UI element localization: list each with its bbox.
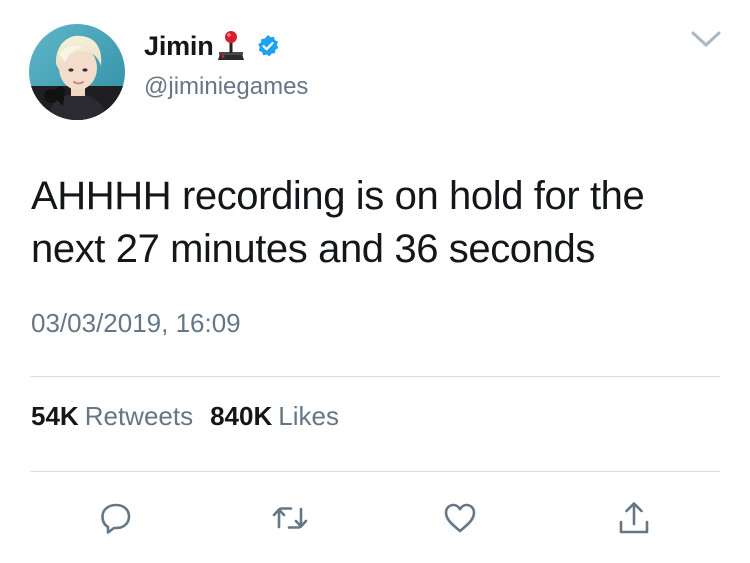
retweet-icon: [272, 507, 308, 529]
retweets-label[interactable]: Retweets: [85, 401, 193, 432]
tweet-card: Jimin @jiminiegames AHHHH recording is o…: [0, 0, 750, 563]
retweet-button[interactable]: [268, 496, 312, 540]
retweets-count[interactable]: 54K: [31, 401, 79, 432]
timestamp[interactable]: 03/03/2019, 16:09: [31, 308, 241, 339]
divider: [31, 376, 720, 377]
divider: [31, 471, 720, 472]
display-name[interactable]: Jimin: [144, 31, 214, 62]
likes-count[interactable]: 840K: [210, 401, 272, 432]
share-button[interactable]: [612, 496, 656, 540]
avatar[interactable]: [29, 24, 125, 120]
tweet-text: AHHHH recording is on hold for the next …: [31, 174, 645, 271]
reply-button[interactable]: [94, 496, 138, 540]
likes-label[interactable]: Likes: [278, 401, 339, 432]
reply-icon: [101, 503, 131, 534]
share-icon: [619, 502, 649, 534]
joystick-icon: [217, 31, 244, 60]
user-handle[interactable]: @jiminiegames: [144, 73, 308, 101]
chevron-down-icon[interactable]: [690, 28, 722, 50]
like-icon: [444, 503, 476, 533]
display-name-row: Jimin: [144, 28, 280, 64]
verified-badge-icon: [257, 35, 278, 57]
like-button[interactable]: [438, 496, 482, 540]
tweet-stats: 54K Retweets 840K Likes: [31, 401, 339, 432]
